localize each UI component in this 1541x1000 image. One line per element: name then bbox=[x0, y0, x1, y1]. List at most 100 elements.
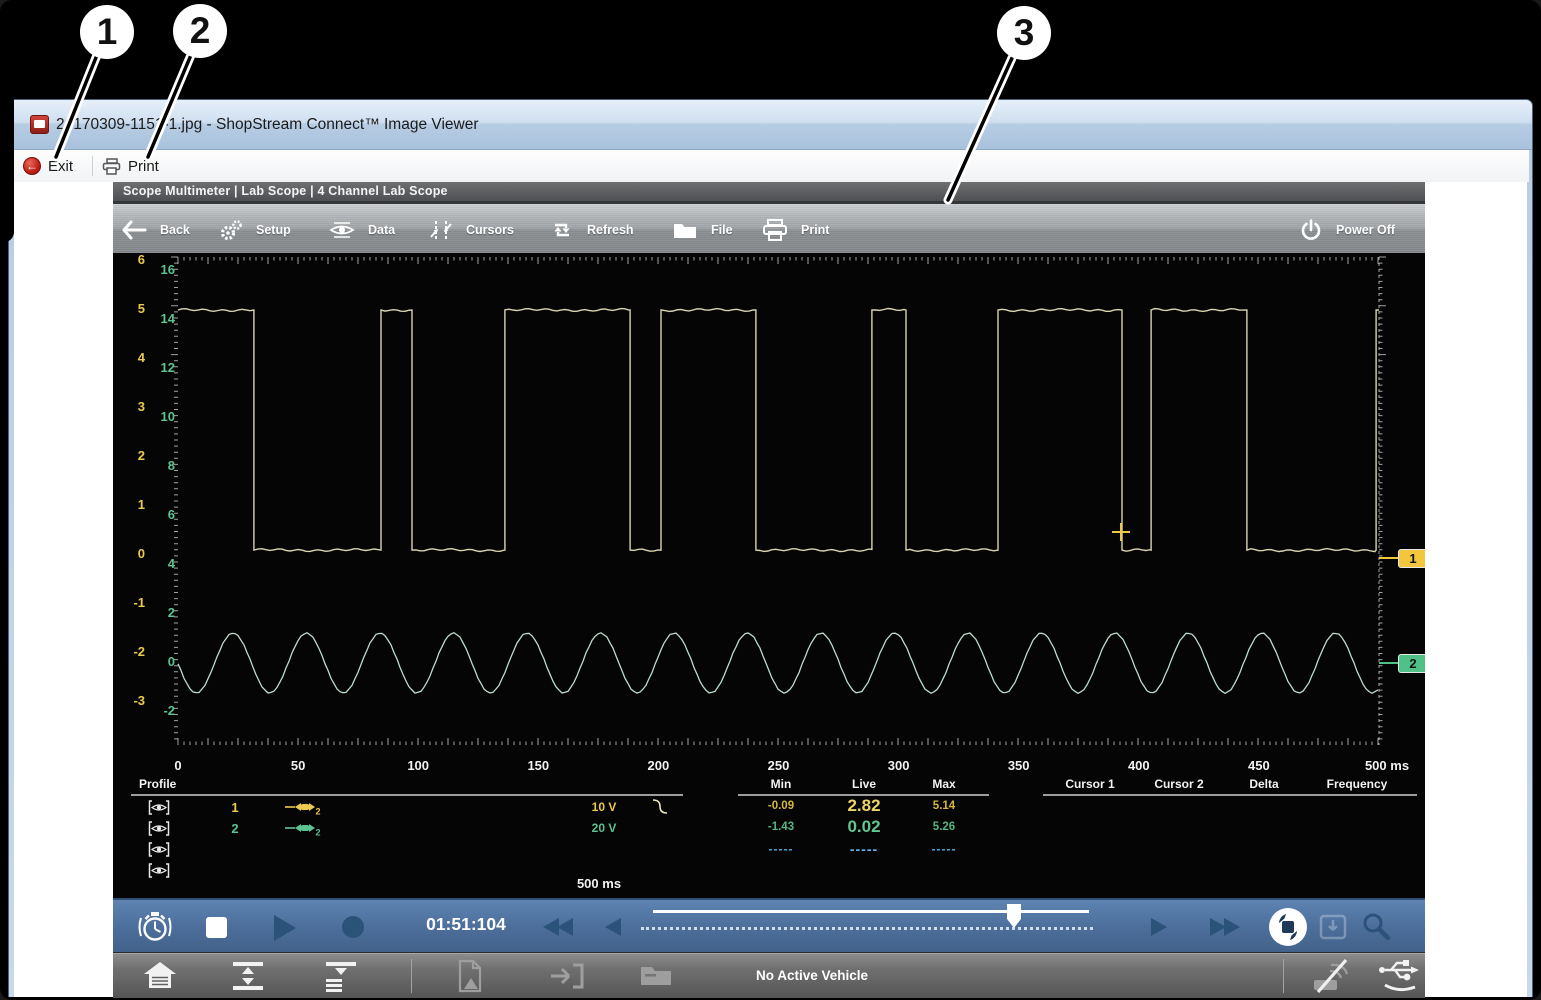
app-icon bbox=[30, 115, 49, 134]
max-empty: ----- bbox=[909, 842, 979, 856]
min-ch1: -0.09 bbox=[746, 800, 816, 812]
probe-icon-ch2[interactable]: 2 bbox=[285, 820, 323, 841]
figure-edge-tab bbox=[0, 0, 14, 242]
active-vehicle-status: No Active Vehicle bbox=[712, 953, 912, 999]
gears-icon bbox=[219, 219, 243, 241]
y-tick-ch2: 10 bbox=[145, 409, 175, 425]
zoom-icon[interactable] bbox=[1361, 911, 1391, 946]
y-tick-ch1: 3 bbox=[115, 399, 145, 415]
y-tick-ch2: 8 bbox=[145, 458, 175, 474]
image-viewer-window: 20170309-1151-1.jpg - ShopStream Connect… bbox=[8, 99, 1533, 997]
y-tick-ch1: 1 bbox=[115, 497, 145, 513]
x-tick: 500 ms bbox=[1355, 758, 1419, 773]
y-tick-ch1: 2 bbox=[115, 448, 145, 464]
step-forward-icon[interactable] bbox=[1151, 918, 1167, 936]
y-tick-ch1: 4 bbox=[115, 350, 145, 366]
x-tick: 50 bbox=[266, 758, 330, 773]
stop-button[interactable] bbox=[206, 917, 227, 938]
cursors-icon bbox=[429, 220, 453, 241]
printer-icon bbox=[762, 219, 788, 241]
playback-progress bbox=[653, 910, 1089, 913]
review-timer-icon[interactable] bbox=[137, 910, 173, 949]
max-ch1: 5.14 bbox=[909, 800, 979, 812]
x-tick: 400 bbox=[1107, 758, 1171, 773]
y-tick-ch1: -2 bbox=[115, 644, 145, 660]
min-ch2: -1.43 bbox=[746, 821, 816, 833]
report-disabled-icon bbox=[456, 959, 486, 998]
home-icon[interactable] bbox=[141, 960, 179, 997]
eye-visible-icon[interactable] bbox=[148, 862, 170, 884]
y-tick-ch2: 16 bbox=[145, 262, 175, 278]
eye-icon bbox=[329, 221, 355, 239]
playback-slider-track[interactable] bbox=[641, 927, 1093, 930]
y-tick-ch1: 0 bbox=[115, 546, 145, 562]
exit-button[interactable]: ← Exit bbox=[23, 150, 73, 182]
playback-slider-thumb[interactable] bbox=[1007, 904, 1021, 928]
expand-view-icon[interactable] bbox=[231, 960, 265, 997]
scope-back-button[interactable]: Back bbox=[121, 207, 190, 253]
channel1-marker[interactable]: 1 bbox=[1398, 549, 1425, 568]
waveform-plot[interactable] bbox=[113, 253, 1425, 751]
back-arrow-icon bbox=[121, 220, 147, 240]
x-tick: 250 bbox=[747, 758, 811, 773]
callout-2: 2 bbox=[173, 4, 227, 58]
eye-visible-icon[interactable] bbox=[148, 820, 170, 842]
scope-refresh-button[interactable]: Refresh bbox=[550, 207, 634, 253]
y-tick-ch2: 14 bbox=[145, 311, 175, 327]
y-tick-ch2: 4 bbox=[145, 556, 175, 572]
refresh-icon bbox=[550, 219, 574, 241]
channel2-marker[interactable]: 2 bbox=[1398, 654, 1425, 673]
max-ch2: 5.26 bbox=[909, 821, 979, 833]
scope-cursors-button[interactable]: Cursors bbox=[429, 207, 514, 253]
live-ch1: 2.82 bbox=[814, 796, 914, 816]
exit-vehicle-disabled-icon bbox=[549, 962, 585, 995]
playback-bar: 01:51:104 bbox=[113, 898, 1425, 952]
window-title: 20170309-1151-1.jpg - ShopStream Connect… bbox=[56, 100, 479, 150]
scope-file-button[interactable]: File bbox=[672, 207, 733, 253]
live-ch2: 0.02 bbox=[814, 817, 914, 837]
folder-icon bbox=[672, 220, 698, 240]
printer-icon bbox=[102, 158, 121, 175]
min-empty: ----- bbox=[746, 842, 816, 856]
collapse-view-icon[interactable] bbox=[324, 960, 358, 997]
x-tick: 150 bbox=[506, 758, 570, 773]
capture-mode-button[interactable] bbox=[1269, 908, 1307, 951]
y-tick-ch1: 5 bbox=[115, 301, 145, 317]
col-min: Min bbox=[746, 777, 816, 791]
probe-icon-ch1[interactable]: 2 bbox=[285, 799, 323, 820]
scope-breadcrumb: Scope Multimeter | Lab Scope | 4 Channel… bbox=[113, 182, 1425, 201]
y-tick-ch1: 6 bbox=[115, 253, 145, 268]
scope-setup-button[interactable]: Setup bbox=[219, 207, 291, 253]
save-disabled-icon bbox=[1319, 914, 1347, 945]
y-tick-ch2: 12 bbox=[145, 360, 175, 376]
y-tick-ch1: -1 bbox=[115, 595, 145, 611]
scope-print-button[interactable]: Print bbox=[762, 207, 829, 253]
power-icon bbox=[1299, 218, 1323, 242]
channel-number: 1 bbox=[220, 800, 250, 815]
step-back-icon[interactable] bbox=[605, 918, 621, 936]
col-cursor1: Cursor 1 bbox=[1045, 777, 1135, 791]
scope-power-off-button[interactable]: Power Off bbox=[1299, 207, 1395, 253]
channel-number: 2 bbox=[220, 821, 250, 836]
titlebar[interactable]: 20170309-1151-1.jpg - ShopStream Connect… bbox=[9, 100, 1532, 150]
record-button[interactable] bbox=[342, 916, 364, 938]
x-tick: 200 bbox=[626, 758, 690, 773]
eye-visible-icon[interactable] bbox=[148, 799, 170, 821]
scope-toolbar: Back Setup Data bbox=[113, 201, 1425, 253]
usb-connection-icon[interactable] bbox=[1377, 957, 1423, 998]
print-button[interactable]: Print bbox=[102, 150, 159, 182]
y-tick-ch2: 0 bbox=[145, 654, 175, 670]
scope-screenshot: Scope Multimeter | Lab Scope | 4 Channel… bbox=[113, 182, 1425, 998]
x-tick: 0 bbox=[146, 758, 210, 773]
callout-3: 3 bbox=[997, 6, 1051, 60]
scale-ch2: 20 V bbox=[569, 821, 639, 835]
y-tick-ch1: -3 bbox=[115, 693, 145, 709]
playback-time: 01:51:104 bbox=[396, 914, 536, 935]
scope-data-button[interactable]: Data bbox=[329, 207, 395, 253]
wireless-disabled-icon bbox=[1309, 958, 1353, 999]
svg-text:2: 2 bbox=[316, 828, 321, 837]
eye-visible-icon[interactable] bbox=[148, 841, 170, 863]
figure-frame: 1 2 3 20170309-1151-1.jpg - ShopStream C… bbox=[0, 0, 1541, 1000]
y-tick-ch2: 6 bbox=[145, 507, 175, 523]
play-button[interactable] bbox=[274, 915, 296, 941]
